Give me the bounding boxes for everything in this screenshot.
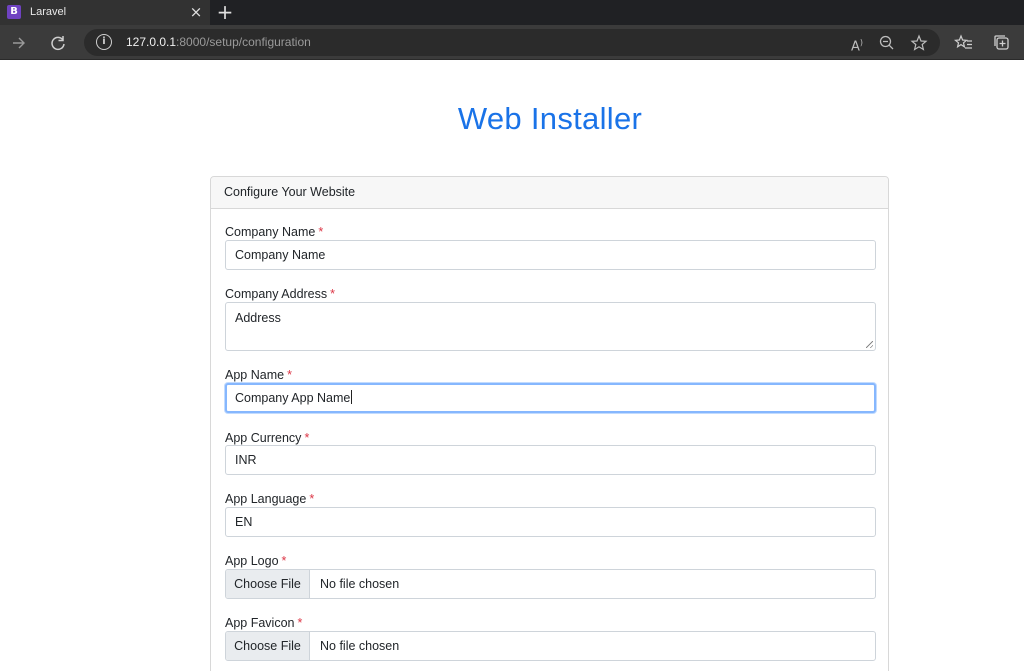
app-favicon-file-input[interactable]: Choose File No file chosen	[225, 631, 876, 661]
new-tab-button[interactable]: +	[215, 1, 235, 23]
address-bar[interactable]: i 127.0.0.1:8000/setup/configuration A)	[84, 29, 940, 56]
forward-arrow-icon[interactable]	[8, 32, 30, 54]
app-logo-file-input[interactable]: Choose File No file chosen	[225, 569, 876, 599]
app-logo-label-text: App Logo	[225, 554, 279, 568]
browser-toolbar: i 127.0.0.1:8000/setup/configuration A)	[0, 25, 1024, 60]
app-language-input[interactable]: EN	[225, 507, 876, 537]
card-header: Configure Your Website	[211, 177, 888, 209]
configuration-card: Configure Your Website Company Name * Com…	[210, 176, 889, 671]
tab-close-icon[interactable]: ×	[189, 4, 203, 20]
company-name-label-text: Company Name	[225, 225, 316, 239]
required-marker: *	[304, 431, 310, 445]
app-favicon-file-status: No file chosen	[320, 639, 400, 653]
required-marker: *	[297, 616, 303, 630]
company-address-textarea[interactable]: Address	[225, 302, 876, 351]
required-marker: *	[318, 225, 324, 239]
site-info-icon[interactable]: i	[96, 34, 112, 50]
app-favicon-label-text: App Favicon	[225, 616, 295, 630]
company-address-text: Address	[235, 311, 281, 325]
collections-icon[interactable]	[991, 32, 1013, 54]
required-marker: *	[287, 368, 292, 382]
browser-tab[interactable]: B Laravel ×	[0, 0, 210, 25]
app-logo-file-status: No file chosen	[320, 577, 400, 591]
app-name-value: Company App Name	[235, 391, 351, 405]
company-name-input[interactable]: Company Name	[225, 240, 876, 270]
company-name-label: Company Name *	[225, 224, 323, 240]
bootstrap-favicon-icon: B	[7, 5, 21, 19]
app-currency-input[interactable]: INR	[225, 445, 876, 475]
url-host: 127.0.0.1	[126, 35, 177, 49]
tab-title: Laravel	[30, 6, 67, 18]
tab-strip: B Laravel × +	[0, 0, 1024, 25]
app-currency-label-text: App Currency	[225, 431, 302, 445]
text-caret	[351, 390, 353, 404]
favorites-icon[interactable]	[953, 32, 975, 54]
app-language-label: App Language *	[225, 491, 314, 507]
required-marker: *	[281, 554, 287, 568]
app-name-label: App Name *	[225, 367, 292, 383]
company-address-label-text: Company Address	[225, 287, 328, 301]
app-logo-label: App Logo *	[225, 553, 286, 569]
zoom-out-icon[interactable]	[877, 33, 897, 53]
app-currency-label: App Currency *	[225, 430, 309, 446]
app-language-label-text: App Language	[225, 492, 307, 506]
required-marker: *	[309, 492, 315, 506]
read-aloud-icon[interactable]: A)	[847, 33, 867, 54]
app-name-input[interactable]: Company App Name	[225, 383, 876, 413]
resize-handle-icon[interactable]	[866, 341, 873, 348]
url-text[interactable]: 127.0.0.1:8000/setup/configuration	[126, 35, 311, 50]
app-favicon-label: App Favicon *	[225, 615, 302, 631]
page-title: Web Installer	[457, 101, 643, 136]
app-logo-choose-file-button[interactable]: Choose File	[226, 570, 310, 598]
app-favicon-choose-file-button[interactable]: Choose File	[226, 632, 310, 660]
refresh-icon[interactable]	[47, 32, 69, 54]
required-marker: *	[330, 287, 336, 301]
company-address-label: Company Address *	[225, 286, 335, 302]
app-name-label-text: App Name	[225, 368, 285, 382]
add-favorite-icon[interactable]	[909, 33, 929, 53]
url-path: :8000/setup/configuration	[176, 35, 311, 49]
